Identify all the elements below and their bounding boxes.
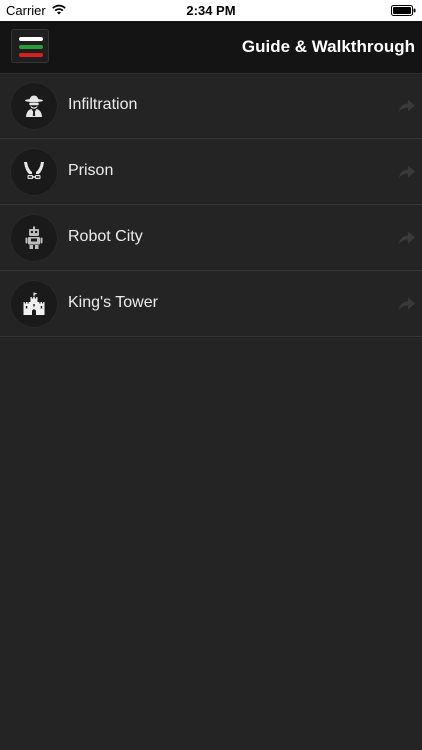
list-item-prison[interactable]: Prison <box>0 139 422 205</box>
list-item-label: Robot City <box>68 228 143 245</box>
page-title: Guide & Walkthrough <box>241 37 415 56</box>
list-item-kings-tower[interactable]: King's Tower <box>0 271 422 337</box>
list-item-icon-container <box>10 214 58 262</box>
prison-hands-icon <box>24 162 44 179</box>
list-item-icon-container <box>10 280 58 328</box>
list-item-label: King's Tower <box>68 294 158 311</box>
menu-bar-green <box>19 45 43 49</box>
list-item-icon-container <box>10 148 58 196</box>
navigation-bar: Guide & Walkthrough <box>0 21 422 74</box>
forward-arrow-icon <box>399 297 415 310</box>
guide-list: Infiltration Prison Robot City King's To… <box>0 73 422 337</box>
list-item-infiltration[interactable]: Infiltration <box>0 73 422 139</box>
battery-icon <box>391 5 416 16</box>
robot-icon <box>25 226 43 249</box>
list-item-label: Prison <box>68 162 114 179</box>
list-item-icon-container <box>10 82 58 130</box>
forward-arrow-icon <box>399 99 415 112</box>
clock-time: 2:34 PM <box>186 3 236 18</box>
menu-bar-red <box>19 53 43 57</box>
menu-bar-white <box>19 37 43 41</box>
status-bar: Carrier 2:34 PM <box>0 0 422 21</box>
castle-icon <box>23 292 45 315</box>
list-item-label: Infiltration <box>68 96 138 113</box>
forward-arrow-icon <box>399 231 415 244</box>
list-item-robot-city[interactable]: Robot City <box>0 205 422 271</box>
spy-icon <box>25 95 43 117</box>
hamburger-menu-button[interactable] <box>11 29 49 63</box>
forward-arrow-icon <box>399 165 415 178</box>
